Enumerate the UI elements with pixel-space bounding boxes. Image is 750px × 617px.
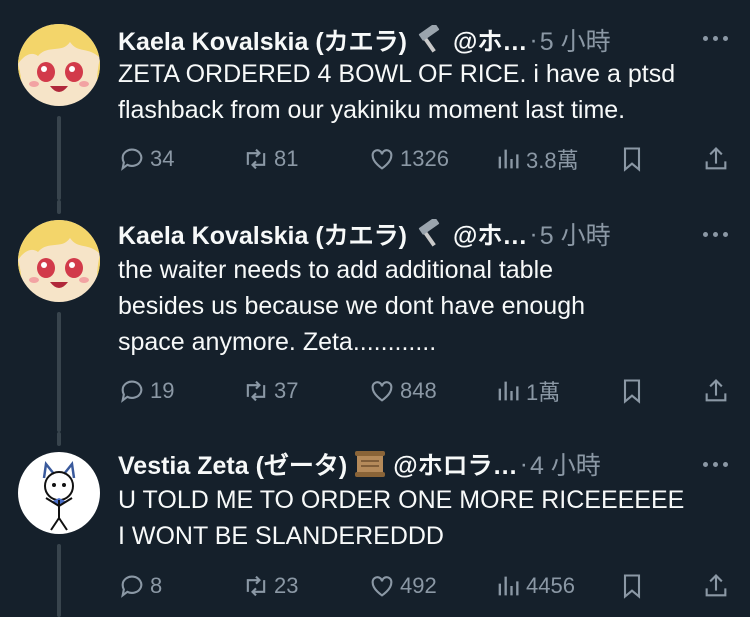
like-button[interactable]: 848 (368, 374, 437, 408)
retweet-icon (246, 380, 266, 402)
share-button[interactable] (702, 569, 734, 603)
heart-icon (371, 576, 393, 597)
retweet-button[interactable]: 23 (242, 569, 298, 603)
tweet-header: Kaela Kovalskia (カエラ) @ホ… · 5 小時 (118, 216, 611, 252)
retweet-icon (246, 575, 266, 597)
like-count: 1326 (400, 146, 449, 171)
display-name[interactable]: Vestia Zeta (ゼータ) (118, 446, 347, 482)
action-bar: 19 37 848 1萬 (118, 374, 730, 408)
bookmark-button[interactable] (618, 374, 650, 408)
avatar[interactable] (18, 220, 100, 302)
bookmark-icon (623, 379, 641, 404)
views-icon (498, 149, 519, 169)
reply-icon (121, 380, 143, 403)
like-button[interactable]: 492 (368, 569, 437, 603)
views-button[interactable]: 3.8萬 (494, 142, 579, 176)
heart-icon (371, 149, 393, 170)
tweet[interactable]: Vestia Zeta (ゼータ) @ホロラ… · 4 小時 U TOLD ME… (0, 432, 750, 617)
more-options-icon[interactable] (703, 36, 728, 41)
timestamp[interactable]: 4 小時 (530, 446, 601, 482)
tweet-header: Vestia Zeta (ゼータ) @ホロラ… · 4 小時 (118, 446, 601, 482)
views-count: 3.8萬 (526, 148, 579, 173)
display-name[interactable]: Kaela Kovalskia (カエラ) (118, 22, 407, 58)
avatar[interactable] (18, 24, 100, 106)
tweet-text-line: I WONT BE SLANDEREDDD (118, 522, 444, 550)
tweet-text: the waiter needs to add additional table… (118, 252, 728, 360)
share-icon (705, 147, 727, 170)
thread-line (57, 200, 61, 214)
retweet-count: 81 (274, 146, 299, 171)
tweet-text-line: space anymore. Zeta............ (118, 328, 437, 356)
tweet-header: Kaela Kovalskia (カエラ) @ホ… · 5 小時 (118, 22, 611, 58)
reply-count: 19 (150, 378, 175, 403)
thread-line (57, 116, 61, 200)
thread-line (57, 544, 61, 617)
display-name[interactable]: Kaela Kovalskia (カエラ) (118, 216, 407, 252)
action-bar: 8 23 492 4456 (118, 569, 730, 603)
share-icon (705, 574, 727, 597)
retweet-button[interactable]: 37 (242, 374, 298, 408)
reply-button[interactable]: 8 (118, 569, 162, 603)
retweet-button[interactable]: 81 (242, 142, 298, 176)
views-button[interactable]: 1萬 (494, 374, 560, 408)
user-handle[interactable]: @ホ… (453, 216, 527, 252)
more-options-icon[interactable] (703, 232, 728, 237)
tweet-text: U TOLD ME TO ORDER ONE MORE RICEEEEEE I … (118, 482, 728, 554)
hammer-icon (413, 23, 447, 55)
like-count: 492 (400, 573, 437, 598)
tweet-text-line: U TOLD ME TO ORDER ONE MORE RICEEEEEE (118, 486, 685, 514)
heart-icon (371, 381, 393, 402)
views-icon (498, 576, 519, 596)
reply-count: 34 (150, 146, 175, 171)
user-handle[interactable]: @ホロラ… (393, 446, 517, 482)
timestamp[interactable]: 5 小時 (540, 22, 611, 58)
more-options-icon[interactable] (703, 462, 728, 467)
scroll-icon (353, 449, 387, 479)
tweet-text: ZETA ORDERED 4 BOWL OF RICE. i have a pt… (118, 56, 728, 128)
reply-button[interactable]: 34 (118, 142, 174, 176)
thread-line (57, 432, 61, 446)
timestamp[interactable]: 5 小時 (540, 216, 611, 252)
views-count: 4456 (526, 573, 575, 598)
avatar[interactable] (18, 452, 100, 534)
reply-icon (121, 575, 143, 598)
tweet[interactable]: Kaela Kovalskia (カエラ) @ホ… · 5 小時 ZETA OR… (0, 0, 750, 200)
retweet-count: 23 (274, 573, 299, 598)
thread-line (57, 312, 61, 432)
share-button[interactable] (702, 374, 734, 408)
tweet[interactable]: Kaela Kovalskia (カエラ) @ホ… · 5 小時 the wai… (0, 200, 750, 432)
share-button[interactable] (702, 142, 734, 176)
hammer-icon (413, 217, 447, 249)
bookmark-icon (623, 147, 641, 172)
like-button[interactable]: 1326 (368, 142, 449, 176)
bookmark-button[interactable] (618, 569, 650, 603)
reply-icon (121, 148, 143, 171)
action-bar: 34 81 1326 3.8萬 (118, 142, 730, 176)
user-handle[interactable]: @ホ… (453, 22, 527, 58)
tweet-text-line: the waiter needs to add additional table (118, 256, 554, 284)
retweet-icon (246, 148, 266, 170)
reply-button[interactable]: 19 (118, 374, 174, 408)
bookmark-button[interactable] (618, 142, 650, 176)
views-icon (498, 381, 519, 401)
like-count: 848 (400, 378, 437, 403)
share-icon (705, 379, 727, 402)
tweet-text-line: flashback from our yakiniku moment last … (118, 96, 626, 124)
views-count: 1萬 (526, 380, 561, 405)
separator-dot: · (519, 449, 528, 478)
retweet-count: 37 (274, 378, 299, 403)
tweet-text-line: ZETA ORDERED 4 BOWL OF RICE. i have a pt… (118, 60, 676, 88)
reply-count: 8 (150, 573, 163, 598)
separator-dot: · (529, 219, 538, 248)
bookmark-icon (623, 574, 641, 599)
views-button[interactable]: 4456 (494, 569, 575, 603)
separator-dot: · (529, 25, 538, 54)
tweet-text-line: besides us because we dont have enough (118, 292, 586, 320)
